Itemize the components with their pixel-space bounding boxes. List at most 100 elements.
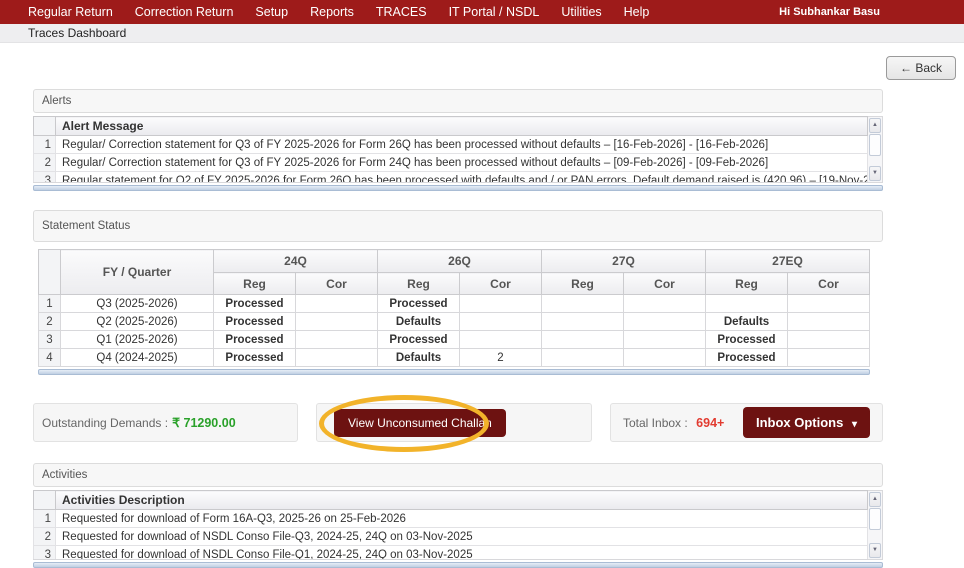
status-cell-27eq-reg: Processed [705,330,788,349]
status-cell-26q-cor [459,294,542,313]
row-number: 2 [33,153,56,172]
back-row: ← Back [0,43,964,80]
status-cell-27eq-cor [787,330,870,349]
nav-utilities[interactable]: Utilities [550,0,612,24]
activities-title: Activities [33,463,883,487]
outstanding-demands-label: Outstanding Demands : [42,415,169,430]
alerts-vertical-scrollbar[interactable]: ▲ ▼ [868,116,883,183]
subheader-24q-cor: Cor [295,272,378,295]
row-number: 3 [33,171,56,182]
status-cell-27eq-cor [787,348,870,367]
activity-description: Requested for download of NSDL Conso Fil… [55,545,868,559]
form-group-27eq: 27EQ [705,249,870,273]
row-number: 4 [38,348,61,367]
nav-help[interactable]: Help [613,0,661,24]
scrollbar-track[interactable] [868,530,882,542]
status-cell-27eq-cor [787,312,870,331]
statement-row: 4 Q4 (2024-2025) Processed Defaults 2 Pr… [38,348,870,367]
statement-status-section: Statement Status FY / Quarter 24Q 26Q 27… [33,210,883,375]
alerts-horizontal-scrollbar[interactable] [33,185,883,191]
statement-horizontal-scrollbar[interactable] [38,369,870,375]
nav-menu: Regular Return Correction Return Setup R… [17,0,660,24]
status-cell-27q-reg [541,348,624,367]
status-cell-26q-reg: Defaults [377,348,460,367]
nav-it-portal-nsdl[interactable]: IT Portal / NSDL [438,0,551,24]
alert-message: Regular/ Correction statement for Q3 of … [55,153,868,172]
fy-quarter-cell: Q3 (2025-2026) [60,294,214,313]
activities-table: Activities Description 1 Requested for d… [33,490,868,559]
alerts-section: Alerts Alert Message 1 Regular/ Correcti… [33,89,883,191]
alert-row: 3 Regular statement for Q2 of FY 2025-20… [33,171,868,182]
statement-row: 1 Q3 (2025-2026) Processed Processed [38,294,870,313]
status-cell-27q-cor [623,348,706,367]
status-cell-26q-cor: 2 [459,348,542,367]
alerts-column-header: Alert Message [55,116,868,136]
activity-description: Requested for download of Form 16A-Q3, 2… [55,509,868,528]
alert-message: Regular/ Correction statement for Q3 of … [55,135,868,154]
row-number: 2 [33,527,56,546]
status-cell-24q-cor [295,294,378,313]
alert-message: Regular statement for Q2 of FY 2025-2026… [55,171,868,182]
nav-reports[interactable]: Reports [299,0,365,24]
activities-section: Activities Activities Description 1 Requ… [33,463,883,568]
nav-correction-return[interactable]: Correction Return [124,0,245,24]
fy-quarter-cell: Q2 (2025-2026) [60,312,214,331]
scroll-down-icon[interactable]: ▼ [869,166,881,181]
scrollbar-thumb[interactable] [869,134,881,156]
row-number: 3 [38,330,61,349]
subheader-27q-cor: Cor [623,272,706,295]
subheader-24q-reg: Reg [213,272,296,295]
status-cell-27q-cor [623,330,706,349]
status-cell-27q-reg [541,330,624,349]
form-group-24q: 24Q [213,249,378,273]
status-cell-24q-reg: Processed [213,312,296,331]
row-number: 1 [38,294,61,313]
scrollbar-thumb[interactable] [869,508,881,530]
statement-corner-header [38,249,61,295]
fy-quarter-cell: Q4 (2024-2025) [60,348,214,367]
scroll-down-icon[interactable]: ▼ [869,543,881,558]
statement-row: 2 Q2 (2025-2026) Processed Defaults Defa… [38,312,870,331]
nav-setup[interactable]: Setup [244,0,299,24]
status-cell-24q-reg: Processed [213,294,296,313]
back-button[interactable]: ← Back [885,56,956,80]
scrollbar-track[interactable] [868,156,882,165]
activities-table-viewport: Activities Description 1 Requested for d… [33,490,868,560]
total-inbox-count: 694+ [696,415,725,430]
activities-vertical-scrollbar[interactable]: ▲ ▼ [868,490,883,560]
activities-horizontal-scrollbar[interactable] [33,562,883,568]
alert-row: 1 Regular/ Correction statement for Q3 o… [33,135,868,154]
row-number: 2 [38,312,61,331]
activities-column-header: Activities Description [55,490,868,510]
nav-traces[interactable]: TRACES [365,0,438,24]
fy-quarter-header: FY / Quarter [60,249,214,295]
fy-quarter-cell: Q1 (2025-2026) [60,330,214,349]
row-number: 1 [33,509,56,528]
subheader-26q-cor: Cor [459,272,542,295]
outstanding-demands-box: Outstanding Demands : ₹ 71290.00 [33,403,298,442]
scroll-up-icon[interactable]: ▲ [869,492,881,507]
inbox-options-button[interactable]: Inbox Options ▾ [742,407,870,438]
status-cell-27q-cor [623,312,706,331]
status-cell-26q-reg: Processed [377,294,460,313]
status-cell-26q-cor [459,330,542,349]
breadcrumb: Traces Dashboard [28,26,127,40]
alerts-corner-header [33,116,56,136]
alerts-table: Alert Message 1 Regular/ Correction stat… [33,116,868,182]
status-cell-27eq-reg [705,294,788,313]
outstanding-demands-amount: ₹ 71290.00 [172,416,236,430]
status-cell-26q-reg: Processed [377,330,460,349]
caret-down-icon: ▾ [851,419,857,430]
nav-regular-return[interactable]: Regular Return [17,0,124,24]
alert-row: 2 Regular/ Correction statement for Q3 o… [33,153,868,172]
status-cell-24q-reg: Processed [213,330,296,349]
activity-description: Requested for download of NSDL Conso Fil… [55,527,868,546]
subheader-27eq-reg: Reg [705,272,788,295]
row-number: 1 [33,135,56,154]
view-unconsumed-challan-button[interactable]: View Unconsumed Challan [334,408,506,437]
scroll-up-icon[interactable]: ▲ [869,118,881,133]
status-cell-24q-cor [295,312,378,331]
breadcrumb-bar: Traces Dashboard [0,24,964,43]
activity-row: 3 Requested for download of NSDL Conso F… [33,545,868,559]
activity-row: 1 Requested for download of Form 16A-Q3,… [33,509,868,528]
